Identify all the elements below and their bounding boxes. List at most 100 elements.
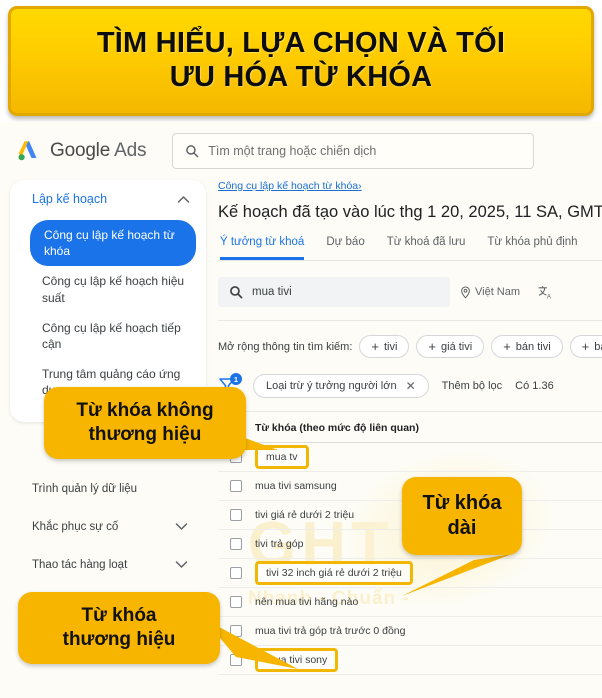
search-icon xyxy=(229,285,243,299)
expand-search-label: Mở rộng thông tin tìm kiếm: xyxy=(218,340,353,353)
plus-icon: + xyxy=(428,339,437,354)
sidebar-section-label: Lập kế hoạch xyxy=(32,192,108,206)
row-checkbox[interactable] xyxy=(230,480,242,492)
global-search-placeholder: Tìm một trang hoặc chiến dịch xyxy=(208,144,377,158)
tab-negative-keywords[interactable]: Từ khóa phủ định xyxy=(487,236,577,260)
tab-bar: Ý tưởng từ khoá Dự báo Từ khoá đã lưu Từ… xyxy=(218,236,602,261)
callout-line1: Từ khóa không xyxy=(76,400,214,422)
keyword-cell: nên mua tivi hãng nào xyxy=(255,596,359,608)
keyword-cell: tivi trả góp xyxy=(255,538,304,550)
sidebar-item-keyword-planner[interactable]: Công cụ lập kế hoạch từ khóa xyxy=(30,220,196,267)
keyword-cell: mua tivi samsung xyxy=(255,480,337,492)
location-selector[interactable]: Việt Nam xyxy=(460,285,521,299)
tab-label: Từ khoá đã lưu xyxy=(386,236,466,248)
global-search-input[interactable]: Tìm một trang hoặc chiến dịch xyxy=(172,133,535,169)
keyword-cell: tivi 32 inch giá rẻ dưới 2 triệu xyxy=(255,561,413,585)
page-title: Kế hoạch đã tạo vào lúc thg 1 20, 2025, … xyxy=(218,203,602,221)
keyword-search-row: mua tivi Việt Nam A xyxy=(218,277,602,307)
tab-keyword-ideas[interactable]: Ý tưởng từ khoá xyxy=(220,236,305,260)
search-icon xyxy=(185,144,199,158)
sidebar: Lập kế hoạch Công cụ lập kế hoạch từ khó… xyxy=(10,180,206,584)
row-checkbox[interactable] xyxy=(230,567,242,579)
chip-label: tivi xyxy=(383,340,398,353)
logo-google-text: Google xyxy=(50,140,111,161)
chip-label: bán tivi xyxy=(515,340,551,353)
sidebar-item-label: Công cụ lập kế hoạch tiếp cận xyxy=(42,320,181,351)
logo-ads-text: Ads xyxy=(114,140,147,161)
callout-brand-keyword: Từ khóa thương hiệu xyxy=(18,592,220,664)
callout-line2: thương hiệu xyxy=(88,424,202,445)
breadcrumb[interactable]: Công cụ lập kế hoạch từ khóa› xyxy=(218,180,602,192)
breadcrumb-label: Công cụ lập kế hoạch từ khóa xyxy=(218,180,359,192)
keyword-cell: tivi giá rẻ dưới 2 triệu xyxy=(255,509,355,521)
tab-saved-keywords[interactable]: Từ khoá đã lưu xyxy=(387,236,466,260)
plus-icon: + xyxy=(371,339,379,354)
sidebar-item-troubleshooting[interactable]: Khắc phục sự cố xyxy=(22,508,206,546)
callout-line1: Từ khóa xyxy=(422,492,502,514)
sidebar-item-label: Thao tác hàng loạt xyxy=(32,558,128,571)
expand-chip-ban-tivi[interactable]: + bán tivi xyxy=(491,335,563,358)
chip-label: ban t xyxy=(594,340,602,353)
banner-title-line1: TÌM HIỂU, LỰA CHỌN VÀ TỐI xyxy=(96,27,506,60)
sidebar-item-reach-planner[interactable]: Công cụ lập kế hoạch tiếp cận xyxy=(10,313,206,359)
callout-tail-long-tail xyxy=(402,554,512,596)
row-checkbox[interactable] xyxy=(230,596,242,608)
google-ads-app: GHT Nhanh - Chuẩn - Google Ads Tìm một t… xyxy=(0,122,602,698)
search-divider xyxy=(218,320,602,321)
top-bar: Google Ads Tìm một trang hoặc chiến dịch xyxy=(0,122,602,180)
sidebar-lower-nav: Trình quản lý dữ liệu Khắc phục sự cố Th… xyxy=(10,470,206,584)
results-count: Có 1.36 xyxy=(515,380,554,392)
plus-icon: + xyxy=(581,339,590,354)
chevron-down-icon[interactable] xyxy=(175,522,188,531)
filter-badge: 1 xyxy=(230,373,242,385)
chevron-down-icon[interactable] xyxy=(175,560,188,569)
chip-label: giá tivi xyxy=(441,340,473,353)
callout-line2: dài xyxy=(447,517,477,539)
sidebar-item-bulk-actions[interactable]: Thao tác hàng loạt xyxy=(22,546,206,584)
active-filter-chip[interactable]: Loại trừ ý tưởng người lớn ✕ xyxy=(253,374,429,398)
sidebar-item-data-manager[interactable]: Trình quản lý dữ liệu xyxy=(22,470,206,508)
keyword-search-input[interactable]: mua tivi xyxy=(218,277,450,307)
filter-chip-label: Loại trừ ý tưởng người lớn xyxy=(266,380,397,392)
table-top-divider xyxy=(218,411,602,412)
sidebar-planning-card: Lập kế hoạch Công cụ lập kế hoạch từ khó… xyxy=(10,180,206,422)
translate-icon[interactable]: A xyxy=(538,285,553,300)
location-label: Việt Nam xyxy=(475,286,521,298)
banner-title-line2: ƯU HÓA TỪ KHÓA xyxy=(169,61,433,93)
sidebar-item-performance-planner[interactable]: Công cụ lập kế hoạch hiệu suất xyxy=(10,266,206,312)
location-pin-icon xyxy=(460,285,471,299)
close-icon[interactable]: ✕ xyxy=(406,379,416,393)
sidebar-section-header[interactable]: Lập kế hoạch xyxy=(10,192,206,206)
callout-line1: Từ khóa xyxy=(81,605,157,627)
expand-search-row: Mở rộng thông tin tìm kiếm: + tivi + giá… xyxy=(218,335,602,358)
sidebar-item-label: Công cụ lập kế hoạch hiệu suất xyxy=(42,274,185,305)
tab-label: Dự báo xyxy=(326,236,365,248)
header-banner: TÌM HIỂU, LỰA CHỌN VÀ TỐI ƯU HÓA TỪ KHÓA xyxy=(0,0,602,122)
row-checkbox[interactable] xyxy=(230,509,242,521)
tab-forecast[interactable]: Dự báo xyxy=(326,236,364,260)
plus-icon: + xyxy=(503,339,511,354)
add-filter-button[interactable]: Thêm bộ lọc xyxy=(442,380,503,392)
banner-box: TÌM HIỂU, LỰA CHỌN VÀ TỐI ƯU HÓA TỪ KHÓA xyxy=(8,6,594,116)
tab-label: Từ khóa phủ định xyxy=(487,236,578,248)
sidebar-item-label: Trình quản lý dữ liệu xyxy=(32,482,138,495)
expand-chip-gia-tivi[interactable]: + giá tivi xyxy=(416,335,485,358)
expand-chip-tivi[interactable]: + tivi xyxy=(359,335,410,358)
breadcrumb-arrow-icon: › xyxy=(358,180,362,192)
svg-text:A: A xyxy=(547,293,552,299)
sidebar-item-label: Công cụ lập kế hoạch từ khóa xyxy=(44,228,175,259)
callout-long-tail-keyword: Từ khóa dài xyxy=(402,477,522,555)
expand-chip-ban-truncated[interactable]: + ban t xyxy=(569,335,602,358)
sidebar-item-label: Khắc phục sự cố xyxy=(32,520,119,533)
callout-line2: thương hiệu xyxy=(62,629,176,650)
chevron-up-icon[interactable] xyxy=(177,195,190,204)
keyword-search-value: mua tivi xyxy=(252,286,292,298)
tab-label: Ý tưởng từ khoá xyxy=(220,236,305,248)
google-ads-logo[interactable]: Google Ads xyxy=(16,138,146,164)
filter-row: 1 Loại trừ ý tưởng người lớn ✕ Thêm bộ l… xyxy=(218,373,602,398)
logo-text: Google Ads xyxy=(50,140,146,162)
banner-title: TÌM HIỂU, LỰA CHỌN VÀ TỐI ƯU HÓA TỪ KHÓA xyxy=(97,27,505,95)
google-ads-logo-icon xyxy=(16,138,42,164)
row-checkbox[interactable] xyxy=(230,538,242,550)
callout-no-brand-keyword: Từ khóa không thương hiệu xyxy=(44,387,246,459)
